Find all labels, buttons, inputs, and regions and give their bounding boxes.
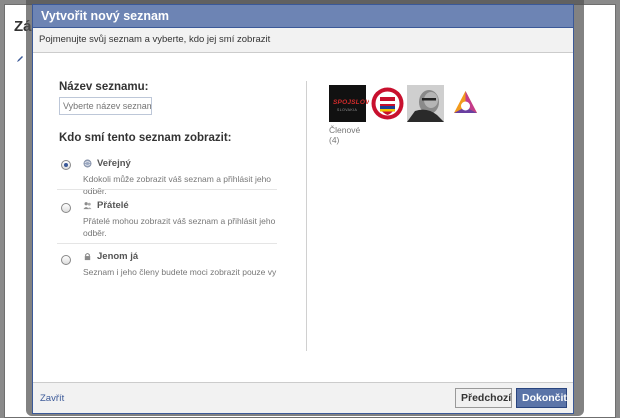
friends-option-title: Přátelé [97, 200, 129, 211]
member-avatar[interactable] [407, 85, 444, 122]
option-separator [57, 243, 277, 244]
member-avatar[interactable]: SPOJSLOVAN SLOVAKIA [329, 85, 379, 122]
friends-option-description: Přátelé mohou zobrazit váš seznam a přih… [83, 216, 276, 238]
only-me-radio[interactable] [61, 255, 71, 265]
member-avatar[interactable] [447, 85, 484, 122]
visibility-label: Kdo smí tento seznam zobrazit: [59, 132, 232, 144]
public-option-description: Kdokoli může zobrazit váš seznam a přihl… [83, 174, 272, 196]
public-option-title: Veřejný [97, 158, 131, 169]
only-me-option-description: Seznam i jeho členy budete moci zobrazit… [83, 267, 277, 277]
only-me-option-title: Jenom já [97, 251, 139, 262]
dialog-footer: Zavřít Předchozí Dokončit [33, 382, 573, 413]
dialog-content: Název seznamu: Kdo smí tento seznam zobr… [33, 53, 573, 383]
public-radio[interactable] [61, 160, 71, 170]
dialog-subtitle: Pojmenujte svůj seznam a vyberte, kdo je… [33, 28, 573, 53]
list-name-label: Název seznamu: [59, 81, 149, 93]
pencil-icon [17, 56, 23, 62]
member-avatar[interactable] [369, 85, 406, 122]
avatar-logo-subtext: SLOVAKIA [337, 108, 358, 112]
friends-icon [83, 202, 92, 210]
dialog-title: Vytvořit nový seznam [33, 5, 573, 28]
close-link[interactable]: Zavřít [40, 393, 64, 404]
done-button[interactable]: Dokončit [516, 388, 567, 408]
previous-button[interactable]: Předchozí [455, 388, 512, 408]
lock-icon [84, 253, 91, 261]
create-list-dialog: Vytvořit nový seznam Pojmenujte svůj sez… [32, 4, 574, 414]
globe-icon [83, 159, 92, 168]
list-name-input[interactable] [59, 97, 152, 115]
option-separator [57, 189, 277, 190]
friends-radio[interactable] [61, 203, 71, 213]
column-divider [306, 81, 307, 351]
members-count-label: Členové (4) [329, 125, 361, 145]
